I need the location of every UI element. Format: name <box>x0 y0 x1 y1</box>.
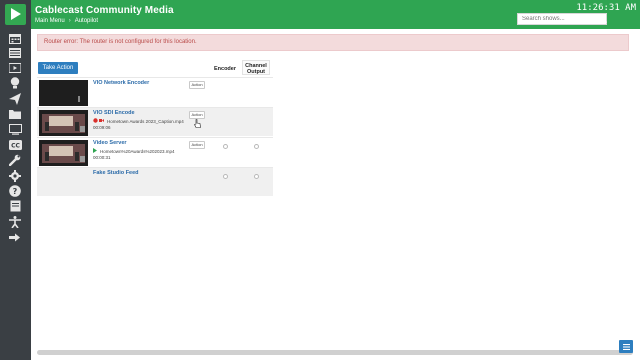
action-button[interactable]: Action <box>189 141 205 149</box>
play-icon <box>93 148 97 154</box>
record-icon <box>93 118 104 124</box>
breadcrumb-main-menu[interactable]: Main Menu <box>35 18 65 24</box>
encoder-radio[interactable] <box>223 174 228 179</box>
table-row: VIO SDI Encode Action Hometown Awards 20… <box>37 107 273 136</box>
accessibility-icon[interactable] <box>7 216 23 228</box>
svg-text:?: ? <box>13 187 18 196</box>
menu-button[interactable] <box>619 340 633 353</box>
hamburger-icon <box>622 343 630 350</box>
channel-output-radio[interactable] <box>254 174 259 179</box>
router-error-alert: Router error: The router is not configur… <box>37 34 629 51</box>
send-icon[interactable] <box>7 93 23 105</box>
take-action-button[interactable]: Take Action <box>38 62 78 74</box>
elapsed-time: 00:09:06 <box>93 125 111 130</box>
folder-icon[interactable] <box>7 108 23 120</box>
elapsed-time: 00:00:31 <box>93 155 111 160</box>
list-icon[interactable] <box>7 47 23 59</box>
calendar-icon[interactable] <box>7 32 23 44</box>
column-header-encoder: Encoder <box>213 66 236 72</box>
device-name[interactable]: Fake Studio Feed <box>93 170 139 176</box>
breadcrumb-separator: › <box>68 18 71 24</box>
sign-out-icon[interactable] <box>7 231 23 243</box>
file-name: Hometown Awards 2023_Caption.mp4 <box>107 118 184 124</box>
device-name[interactable]: VIO Network Encoder <box>93 80 149 86</box>
breadcrumb-autopilot[interactable]: Autopilot <box>75 18 98 24</box>
table-row: Video Server Action Hometown%20Awards%20… <box>37 137 273 166</box>
action-button[interactable]: Action <box>189 81 205 89</box>
preview-thumbnail <box>39 80 88 106</box>
search-icon[interactable] <box>599 13 607 25</box>
play-logo-icon <box>11 8 21 20</box>
file-name: Hometown%20Awards%202023.mp4 <box>100 148 175 154</box>
table-row: Fake Studio Feed <box>37 167 273 196</box>
horizontal-scrollbar[interactable] <box>37 350 633 355</box>
breadcrumb: Main Menu › Autopilot <box>35 18 98 24</box>
column-header-channel-output: Channel Output <box>242 60 270 75</box>
clock: 11:26:31 AM <box>576 3 636 13</box>
channel-output-radio[interactable] <box>254 144 259 149</box>
hand-cursor-icon <box>194 115 201 133</box>
svg-text:CC: CC <box>11 142 20 149</box>
sidebar: CC ? <box>0 0 31 360</box>
encoder-radio[interactable] <box>223 144 228 149</box>
video-icon[interactable] <box>7 62 23 74</box>
device-name[interactable]: Video Server <box>93 140 127 146</box>
current-file: Hometown%20Awards%202023.mp4 <box>93 148 174 154</box>
gear-icon[interactable] <box>7 170 23 182</box>
preview-thumbnail <box>39 170 88 196</box>
monitor-icon[interactable] <box>7 123 23 135</box>
closed-caption-icon[interactable]: CC <box>7 139 23 151</box>
current-file: Hometown Awards 2023_Caption.mp4 <box>93 118 184 124</box>
preview-thumbnail <box>39 110 88 136</box>
preview-thumbnail <box>39 140 88 166</box>
app-title: Cablecast Community Media <box>35 5 174 16</box>
question-icon[interactable]: ? <box>7 185 23 197</box>
app-logo[interactable] <box>5 4 26 25</box>
book-icon[interactable] <box>7 200 23 212</box>
search-input[interactable] <box>517 13 607 25</box>
lightbulb-icon[interactable] <box>7 77 23 89</box>
wrench-icon[interactable] <box>7 154 23 166</box>
table-row: VIO Network Encoder Action <box>37 77 273 106</box>
device-name[interactable]: VIO SDI Encode <box>93 110 135 116</box>
